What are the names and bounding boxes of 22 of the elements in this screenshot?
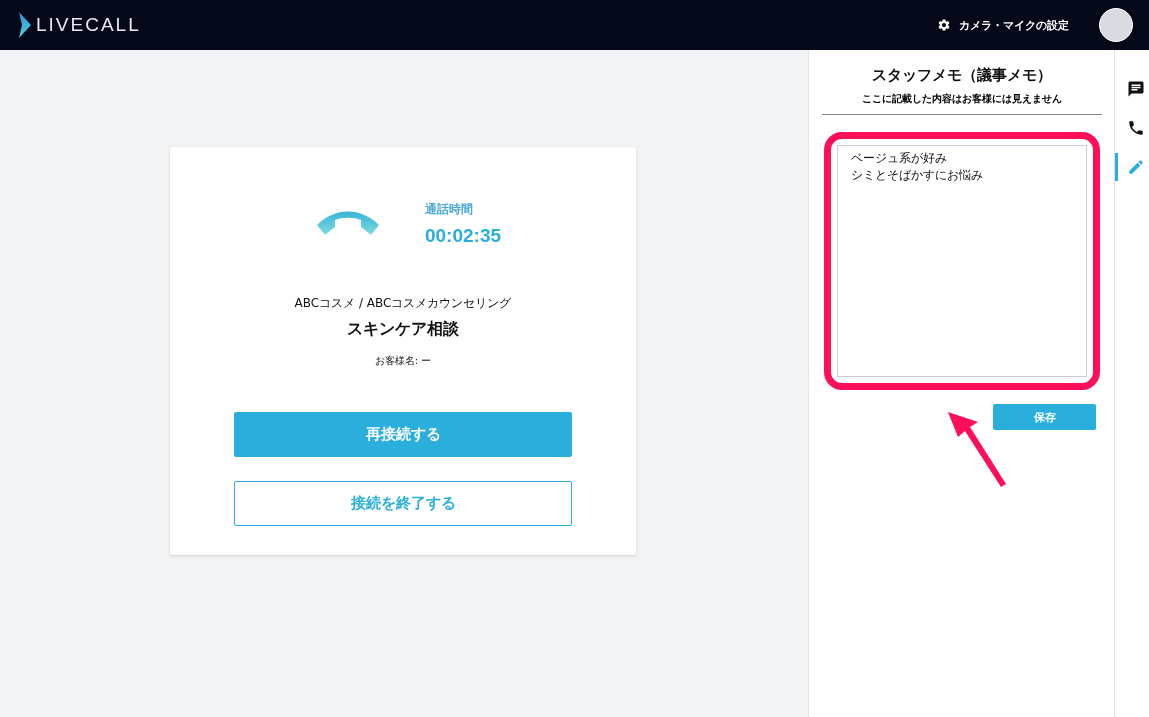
memo-note: ここに記載した内容はお客様には見えません [821,92,1102,115]
call-title: スキンケア相談 [347,318,459,340]
memo-line: シミとそばかすにお悩み [850,167,983,184]
logo-text: LIVECALL [36,14,141,36]
shop-name: ABCコスメ / ABCコスメカウンセリング [294,294,512,312]
save-button[interactable]: 保存 [993,404,1096,430]
logo-icon [18,12,32,38]
memo-title: スタッフメモ（議事メモ） [871,66,1052,85]
call-duration: 00:02:35 [424,224,502,247]
chat-icon [1126,80,1145,98]
user-avatar[interactable] [1099,8,1133,42]
customer-name: お客様名: ー [374,353,432,368]
phone-icon [1126,119,1145,137]
reconnect-button[interactable]: 再接続する [234,411,572,457]
camera-mic-settings-button[interactable]: カメラ・マイクの設定 [937,17,1069,33]
settings-icon [937,18,951,32]
memo-line: ベージュ系が好み [850,150,947,167]
hang-up-phone-icon [314,210,381,237]
memo-field[interactable]: ベージュ系が好み シミとそばかすにお悩み [836,145,1087,377]
pencil-icon [1126,158,1145,176]
end-call-button[interactable]: 接続を終了する [234,480,572,526]
duration-label: 通話時間 [424,200,474,218]
